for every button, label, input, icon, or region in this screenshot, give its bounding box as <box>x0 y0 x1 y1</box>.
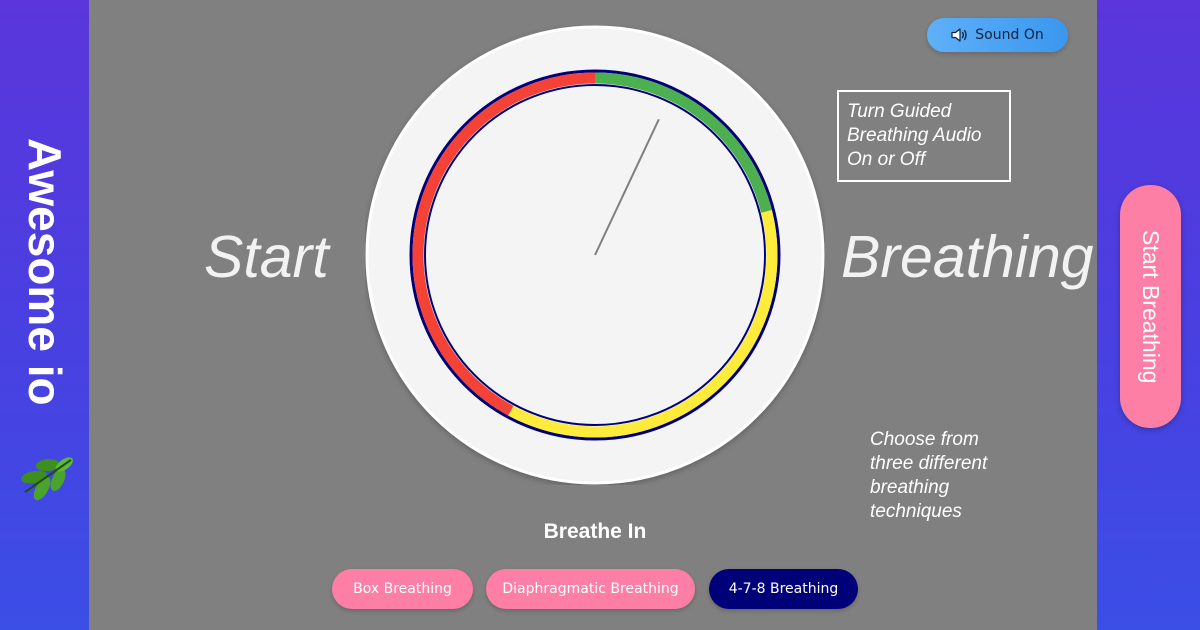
breathing-timer-dial <box>365 25 825 485</box>
sound-toggle-button[interactable]: Sound On <box>927 18 1068 52</box>
start-breathing-button[interactable]: Start Breathing <box>1120 185 1181 428</box>
hero-breathing-word: Breathing <box>841 224 1094 290</box>
speaker-icon <box>951 28 967 42</box>
techniques-tip: Choose from three different breathing te… <box>870 429 988 522</box>
audio-tip: Turn Guided Breathing Audio On or Off <box>837 90 1011 182</box>
app-page: Awesome io Start Breathing Sound On Turn… <box>0 0 1200 630</box>
left-brand-bar: Awesome io <box>0 0 89 630</box>
diaphragmatic-breathing-button[interactable]: Diaphragmatic Breathing <box>486 569 695 609</box>
box-breathing-button[interactable]: Box Breathing <box>332 569 473 609</box>
sound-toggle-label: Sound On <box>975 27 1044 43</box>
breathing-phase-label: Breathe In <box>543 520 647 543</box>
hero-start-word: Start <box>204 224 329 290</box>
four-seven-eight-breathing-button[interactable]: 4-7-8 Breathing <box>709 569 858 609</box>
leaf-icon <box>21 457 73 501</box>
brand-title: Awesome io <box>19 138 71 406</box>
start-breathing-label: Start Breathing <box>1138 229 1164 384</box>
